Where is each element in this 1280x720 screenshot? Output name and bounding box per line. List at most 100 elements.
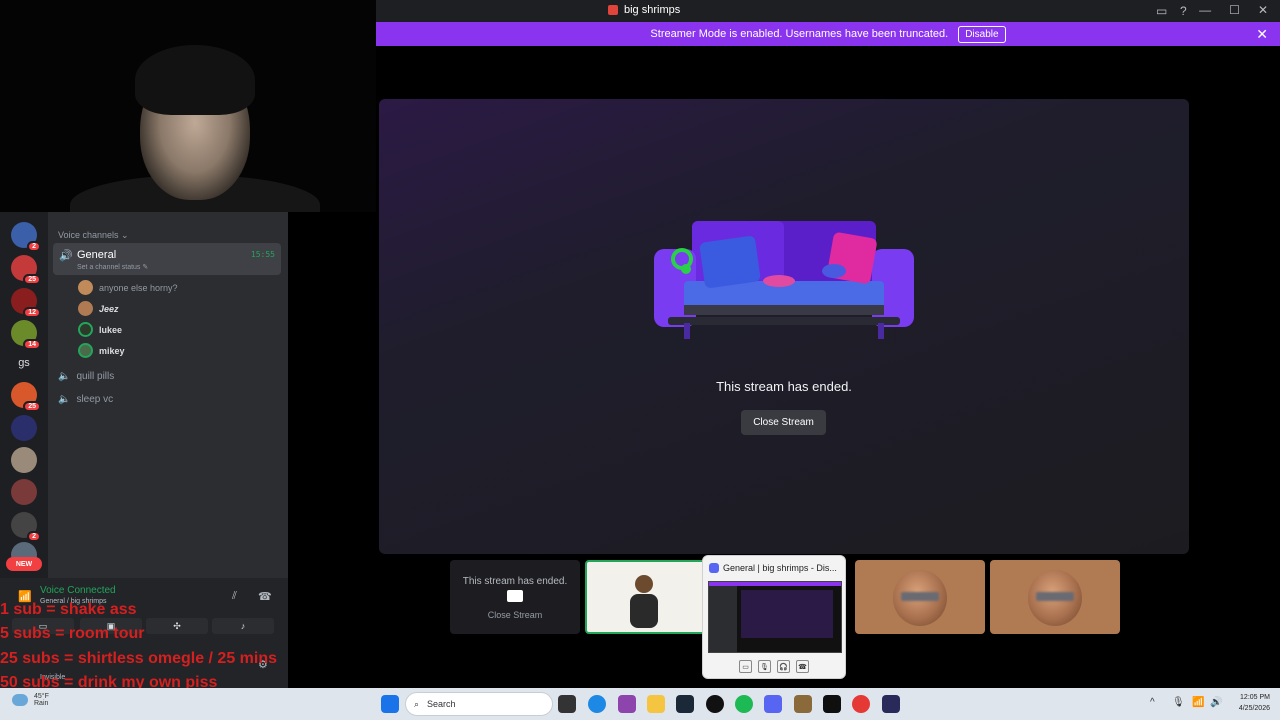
couch-illustration [654,221,914,339]
voice-panel: 📶 Voice Connected General / big shrimps … [0,578,288,688]
server-icon-9[interactable]: 2 [11,512,41,542]
taskbar-search[interactable]: ⌕ Search [405,692,553,716]
microphone-icon[interactable]: 🎙 [758,660,771,673]
server-badge: 14 [23,339,41,350]
channel-general[interactable]: 🔊 General Set a channel status ✎ 15:55 [53,243,281,275]
signal-icon[interactable]: 📶 [18,590,32,603]
participant-tile[interactable] [585,560,710,634]
member-name: anyone else horny? [99,282,178,293]
streamer-mode-banner: Streamer Mode is enabled. Usernames have… [376,22,1280,46]
hangup-icon[interactable]: ☎ [796,660,809,673]
discord-taskbar-icon[interactable] [764,695,782,713]
soundboard-button[interactable]: ♪ [212,618,274,634]
obs-icon[interactable] [706,695,724,713]
headphones-icon[interactable]: 🎧 [777,660,790,673]
stream-ended-text: This stream has ended. [716,379,852,394]
disconnect-icon[interactable]: ☎ [258,590,272,603]
edge-icon[interactable] [588,695,606,713]
server-icon-text[interactable]: gs [11,350,37,376]
screen-share-icon: ▣ [106,620,116,631]
rain-cloud-icon [12,694,28,706]
file-explorer-icon[interactable] [647,695,665,713]
activities-button[interactable]: ✣ [146,618,208,634]
voice-channels-header[interactable]: Voice channels ⌄ [58,230,129,241]
windows-start-icon[interactable] [381,695,399,713]
thumb-sidebar [709,586,737,652]
server-icon-4[interactable]: 14 [11,320,41,350]
channel-quill-pills[interactable]: 🔈 quill pills [58,371,114,382]
channel-status[interactable]: Set a channel status ✎ [77,263,148,271]
server-icon-3[interactable]: 12 [11,288,41,318]
webcam-hair [135,45,255,115]
server-icon-6[interactable] [11,415,37,441]
search-icon: ⌕ [414,698,420,709]
blur-censor [1036,592,1074,601]
server-icon-5[interactable]: 25 [11,382,41,412]
app-icon[interactable] [823,695,841,713]
member-item[interactable]: anyone else horny? [78,280,178,295]
server-icon-8[interactable] [11,479,37,505]
webcam-feed [0,0,376,212]
chevron-up-icon[interactable]: ^ [1150,697,1155,708]
window-title-text: big shrimps [624,4,681,16]
member-item[interactable]: Jeez [78,301,119,316]
maximize-icon[interactable]: ☐ [1229,3,1240,17]
copilot-icon[interactable] [618,695,636,713]
avatar [78,301,93,316]
camera-button[interactable]: ▭ [12,618,74,634]
channel-sleep-vc[interactable]: 🔈 sleep vc [58,394,113,405]
screen-icon[interactable]: ▭ [1156,4,1167,18]
stream-tile[interactable]: This stream has ended. Close Stream [450,560,580,634]
speaker-icon: 🔊 [59,250,73,262]
disable-button[interactable]: Disable [958,25,1006,43]
volume-icon[interactable]: 🔊 [1210,697,1222,708]
avatar [78,322,93,337]
task-view-icon[interactable] [558,695,576,713]
user-status: Invisible [40,674,66,681]
screen-share-button[interactable]: ▣ [80,618,142,634]
noise-suppression-icon[interactable]: ⫽ [232,590,237,603]
close-stream-button[interactable]: Close Stream [741,410,826,435]
discord-icon [709,563,719,573]
help-icon[interactable]: ? [1180,4,1187,18]
channel-status-label: Set a channel status [77,264,141,271]
server-badge: 2 [27,241,41,252]
minecraft-icon[interactable] [794,695,812,713]
participant-tile[interactable] [990,560,1120,634]
server-icon-1[interactable]: 2 [11,222,41,252]
wifi-icon[interactable]: 📶 [1192,697,1204,708]
server-icon-2[interactable]: 25 [11,255,41,285]
preview-title: General | big shrimps - Dis... [709,563,837,573]
voice-status[interactable]: Voice Connected [40,585,116,596]
steam-icon[interactable] [676,695,694,713]
voice-location[interactable]: General / big shrimps [40,598,107,605]
app-icon-2[interactable] [882,695,900,713]
preview-title-text: General | big shrimps - Dis... [723,563,837,573]
weather-condition: Rain [34,700,49,707]
participant-tile[interactable] [855,560,985,634]
chrome-icon[interactable] [852,695,870,713]
channel-name: sleep vc [76,394,114,405]
server-badge: 25 [23,401,41,412]
camera-icon[interactable]: ▭ [739,660,752,673]
new-badge: NEW [6,557,42,571]
microphone-tray-icon[interactable]: 🎙 [1172,697,1185,708]
title-bar: big shrimps ▭ ? — ☐ ✕ [376,0,1280,22]
spotify-icon[interactable] [735,695,753,713]
banner-close-icon[interactable]: ✕ [1256,26,1268,43]
member-item[interactable]: mikey [78,343,125,358]
clock-time: 12:05 PM [1240,694,1270,701]
weather-widget[interactable]: 45°F Rain [12,693,49,707]
settings-gear-icon[interactable]: ⚙ [258,658,268,671]
minimize-icon[interactable]: — [1199,3,1211,17]
banner-text: Streamer Mode is enabled. Usernames have… [650,28,949,40]
close-window-icon[interactable]: ✕ [1258,3,1268,17]
preview-thumbnail[interactable] [708,581,842,653]
member-item[interactable]: lukee [78,322,122,337]
tile-close-stream[interactable]: Close Stream [450,610,580,620]
clock[interactable]: 12:05 PM 4/25/2026 [1239,692,1270,714]
taskbar-preview[interactable]: General | big shrimps - Dis... ▭ 🎙 🎧 ☎ [702,555,846,679]
server-icon-7[interactable] [11,447,37,473]
participant-avatar [630,575,658,628]
activities-icon: ✣ [173,620,181,631]
